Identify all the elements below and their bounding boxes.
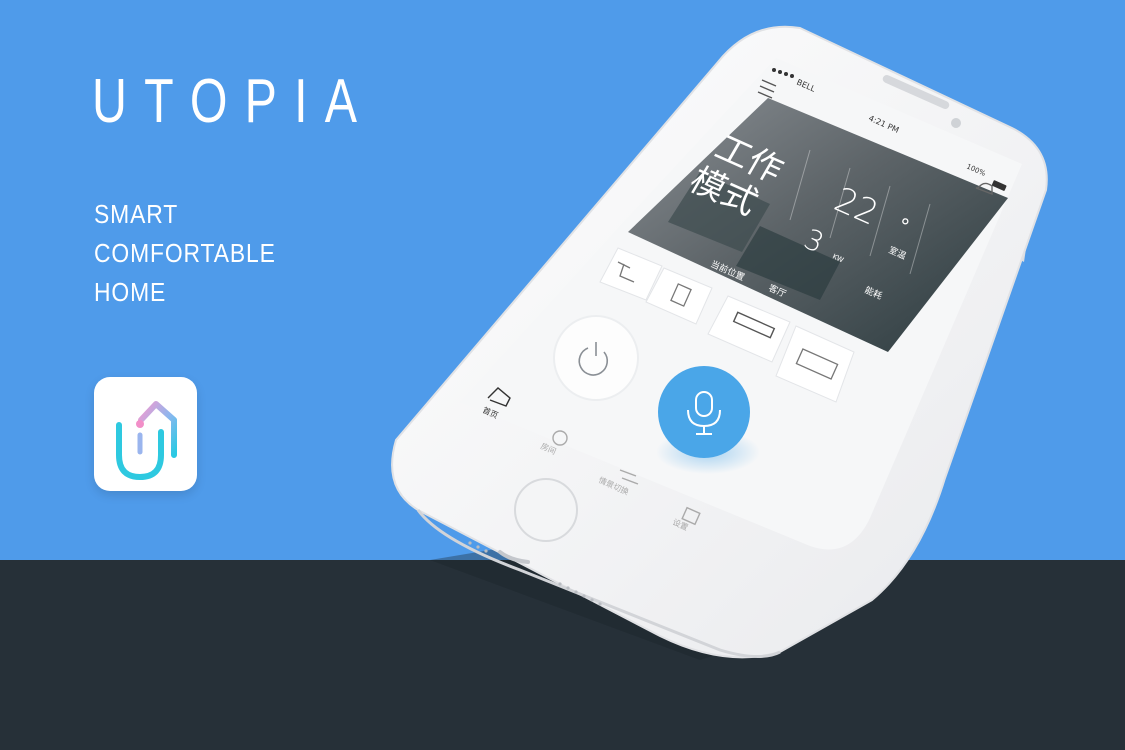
tagline-comfortable: COMFORTABLE xyxy=(94,238,276,268)
tagline-smart: SMART xyxy=(94,199,179,229)
dark-floor xyxy=(0,560,1125,750)
brand-title: UTOPIA xyxy=(92,67,375,136)
utopia-logo-icon xyxy=(116,401,177,481)
app-icon[interactable] xyxy=(94,377,197,491)
tagline-home: HOME xyxy=(94,277,167,307)
